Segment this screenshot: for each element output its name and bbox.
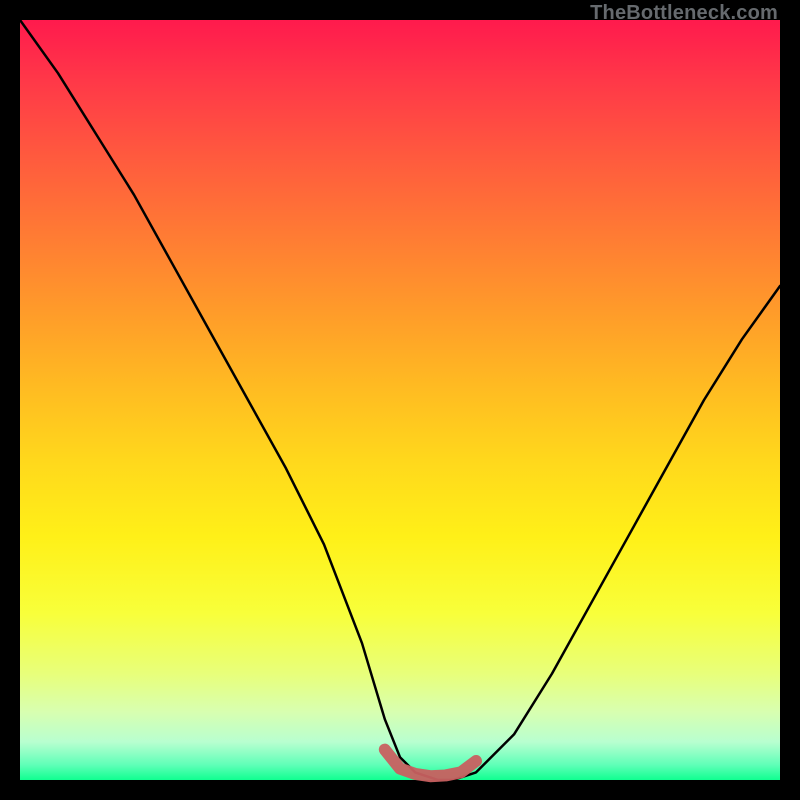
watermark-text: TheBottleneck.com bbox=[590, 2, 778, 25]
bottleneck-curve bbox=[20, 20, 780, 780]
chart-svg bbox=[20, 20, 780, 780]
plot-area bbox=[20, 20, 780, 780]
chart-frame: TheBottleneck.com bbox=[0, 0, 800, 800]
curve-group bbox=[20, 20, 780, 780]
